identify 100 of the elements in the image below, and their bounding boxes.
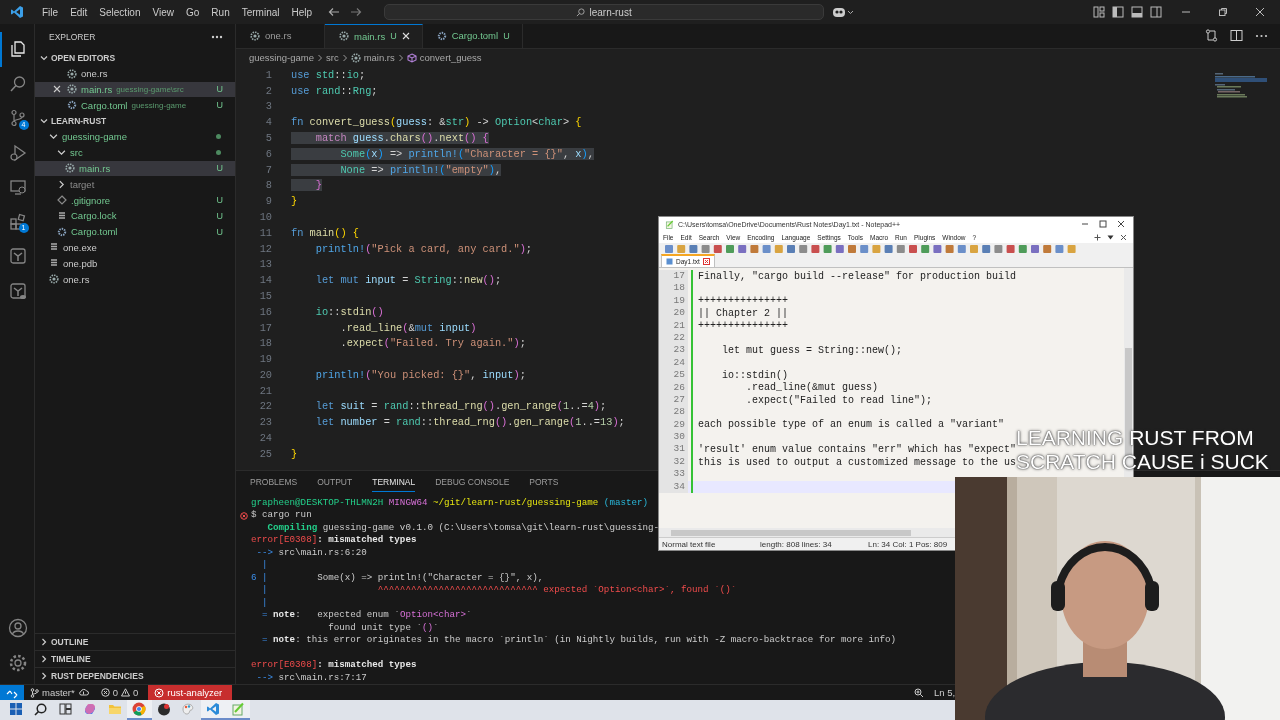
start-icon[interactable] bbox=[10, 703, 23, 715]
menu-item[interactable]: Go bbox=[180, 4, 206, 20]
text-line: this is used to output a customized message to the us bbox=[698, 456, 1017, 468]
terminal-line: = note: expected enum `Option<char>` bbox=[261, 609, 472, 620]
line-number: 20 bbox=[258, 368, 272, 381]
close-icon[interactable] bbox=[1120, 233, 1127, 241]
breadcrumb[interactable]: src bbox=[325, 52, 339, 64]
dropdown-icon[interactable] bbox=[1107, 233, 1114, 241]
editor-tab[interactable]: Cargo.toml U bbox=[422, 24, 523, 48]
remote-icon[interactable] bbox=[0, 684, 24, 701]
account-icon[interactable] bbox=[8, 618, 28, 639]
text-line: let mut guess = String::new(); bbox=[721, 345, 903, 357]
tree-item[interactable]: src bbox=[35, 144, 235, 161]
menu-item[interactable]: Help bbox=[285, 4, 319, 20]
forward-arrow-icon[interactable] bbox=[350, 7, 363, 17]
breadcrumb[interactable]: convert_guess bbox=[406, 52, 482, 64]
back-arrow-icon[interactable] bbox=[328, 7, 341, 17]
extensions-icon[interactable] bbox=[9, 212, 27, 231]
section-header[interactable]: OPEN EDITORS bbox=[35, 50, 235, 66]
panel-tab[interactable]: TERMINAL bbox=[372, 473, 416, 492]
paint-icon[interactable] bbox=[181, 702, 196, 716]
tree-item[interactable]: guessing-game bbox=[35, 129, 235, 145]
section-header[interactable]: TIMELINE bbox=[35, 650, 235, 667]
line-number: 21 bbox=[258, 384, 272, 397]
restore-icon[interactable] bbox=[1218, 7, 1228, 17]
zoom-icon[interactable] bbox=[914, 687, 924, 698]
panel-tab[interactable]: DEBUG CONSOLE bbox=[435, 473, 510, 492]
search-icon[interactable] bbox=[34, 702, 48, 716]
menu-item[interactable]: View bbox=[146, 4, 180, 20]
error-icon bbox=[100, 688, 110, 697]
line-number: 23 bbox=[659, 344, 688, 357]
section-header[interactable]: OUTLINE bbox=[35, 633, 235, 650]
terminal-line: --> src\main.rs:6:20 bbox=[255, 546, 367, 558]
line-number: 7 bbox=[264, 163, 272, 176]
compare-changes-icon[interactable] bbox=[1205, 29, 1218, 43]
browser-icon[interactable] bbox=[132, 702, 147, 716]
breadcrumb[interactable]: main.rs bbox=[350, 52, 395, 64]
breadcrumb[interactable]: guessing-game bbox=[249, 52, 314, 64]
code-line: use rand::Rng; bbox=[291, 84, 378, 97]
chevron-icon bbox=[40, 53, 48, 62]
open-editor-item[interactable]: Cargo.toml guessing-game U bbox=[35, 97, 235, 114]
code-line: use std::io; bbox=[291, 68, 366, 81]
split-editor-icon[interactable] bbox=[1230, 29, 1243, 43]
files-icon[interactable] bbox=[9, 40, 27, 59]
maximize-icon[interactable] bbox=[1099, 220, 1107, 228]
menu-item[interactable]: Terminal bbox=[235, 4, 286, 20]
settings-icon[interactable] bbox=[8, 652, 28, 673]
language-server-status[interactable]: rust-analyzer bbox=[148, 684, 233, 701]
tree-item[interactable]: one.exe bbox=[35, 239, 235, 256]
task-view-icon[interactable] bbox=[59, 703, 72, 715]
code-editor-icon[interactable] bbox=[206, 702, 221, 716]
minimize-icon[interactable] bbox=[1081, 220, 1089, 228]
close-icon[interactable] bbox=[1117, 220, 1125, 228]
app-icon[interactable] bbox=[156, 702, 171, 716]
tree-item[interactable]: .gitignore U bbox=[35, 192, 235, 208]
section-header[interactable]: LEARN-RUST bbox=[35, 113, 235, 129]
gear-icon bbox=[65, 163, 75, 174]
close-icon[interactable] bbox=[1255, 7, 1265, 17]
tree-icon[interactable] bbox=[9, 247, 27, 266]
run-debug-icon[interactable] bbox=[9, 143, 27, 162]
cube-icon bbox=[406, 52, 417, 63]
scrollbar-thumb[interactable] bbox=[671, 530, 911, 536]
command-center[interactable]: learn-rust bbox=[384, 4, 825, 20]
panel-tab[interactable]: PROBLEMS bbox=[250, 473, 298, 492]
menu-item[interactable]: Run bbox=[205, 4, 236, 20]
status-field: length: 808 lines: 34 bbox=[757, 539, 865, 549]
line-number: 20 bbox=[659, 307, 688, 320]
source-control-icon[interactable] bbox=[9, 109, 27, 128]
tree-item[interactable]: Cargo.lock U bbox=[35, 207, 235, 224]
file-icon bbox=[49, 258, 59, 269]
chevron-icon bbox=[40, 672, 48, 680]
panel-toggle-icon[interactable] bbox=[1131, 6, 1143, 18]
tree-item[interactable]: main.rs U bbox=[35, 160, 235, 177]
problems-indicator[interactable]: 0 0 bbox=[94, 684, 145, 701]
panel-tab[interactable]: OUTPUT bbox=[317, 473, 353, 492]
add-icon[interactable] bbox=[1094, 233, 1101, 241]
sidebar-toggle-icon[interactable] bbox=[1112, 6, 1124, 18]
secondary-sidebar-icon[interactable] bbox=[1150, 6, 1162, 18]
cursor-position[interactable]: Ln 5, bbox=[934, 687, 955, 698]
tree-cloud-icon[interactable] bbox=[9, 281, 27, 300]
app-logo-icon bbox=[10, 5, 24, 19]
open-editor-item[interactable]: one.rs bbox=[35, 65, 235, 82]
line-number: 17 bbox=[659, 270, 688, 283]
menu-item[interactable]: Selection bbox=[93, 4, 147, 20]
editor-tab[interactable]: main.rs U bbox=[325, 24, 423, 48]
menu-item[interactable]: File bbox=[36, 4, 65, 20]
more-icon[interactable] bbox=[211, 35, 223, 39]
tree-item[interactable]: target bbox=[35, 176, 235, 193]
more-icon[interactable] bbox=[1255, 33, 1268, 38]
menu-item[interactable]: Edit bbox=[64, 4, 94, 20]
tree-item[interactable]: one.rs bbox=[35, 271, 235, 287]
panel-tab[interactable]: PORTS bbox=[529, 473, 559, 492]
branch-indicator[interactable]: master* bbox=[24, 684, 95, 701]
tree-item[interactable]: one.pdb bbox=[35, 255, 235, 272]
gear-icon bbox=[49, 274, 59, 285]
line-number: 30 bbox=[659, 431, 688, 444]
remote-explorer-icon[interactable] bbox=[9, 178, 27, 197]
layout-icon[interactable] bbox=[1093, 6, 1105, 18]
open-editor-item[interactable]: main.rs guessing-game\src U bbox=[35, 81, 235, 98]
tree-item[interactable]: Cargo.toml U bbox=[35, 223, 235, 240]
